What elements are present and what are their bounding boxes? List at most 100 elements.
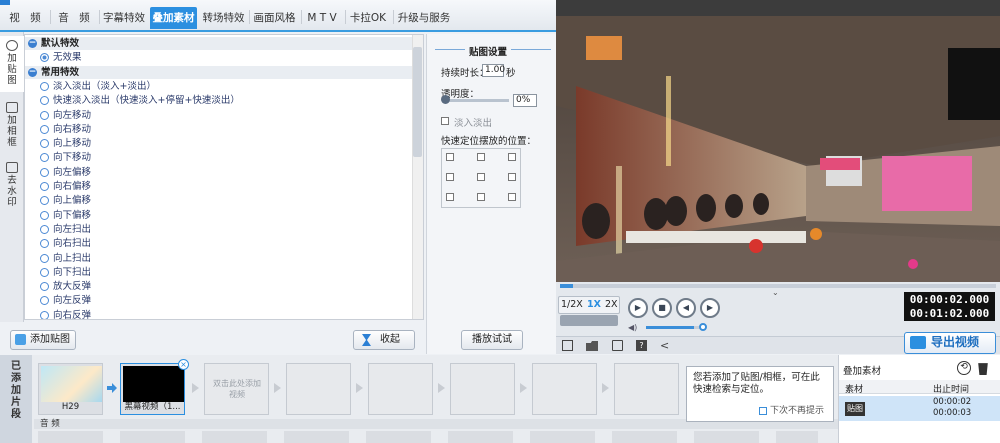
radio-icon[interactable] bbox=[40, 167, 49, 177]
effect-item[interactable]: 向下偏移 bbox=[25, 209, 413, 222]
speed-half[interactable]: 1/2X bbox=[561, 299, 583, 310]
tab-transition-effects[interactable]: 转场特效 bbox=[200, 7, 247, 29]
effect-item[interactable]: 放大反弹 bbox=[25, 280, 413, 293]
effect-item[interactable]: 淡入淡出（淡入+淡出） bbox=[25, 80, 413, 93]
effect-item[interactable]: 向右移动 bbox=[25, 123, 413, 136]
close-icon[interactable]: × bbox=[178, 359, 189, 370]
radio-icon[interactable] bbox=[40, 182, 49, 191]
pos-bottom-center[interactable] bbox=[477, 193, 485, 201]
tab-picture-style[interactable]: 画面风格 bbox=[251, 7, 298, 29]
empty-slot[interactable] bbox=[614, 363, 679, 415]
tab-upgrade-service[interactable]: 升级与服务 bbox=[395, 7, 453, 29]
volume-handle[interactable] bbox=[699, 323, 707, 331]
effect-group-header[interactable]: − 默认特效 bbox=[25, 37, 413, 51]
effect-item[interactable]: 快速淡入淡出（快速淡入+停留+快速淡出） bbox=[25, 94, 413, 107]
radio-icon[interactable] bbox=[40, 110, 49, 120]
preview-button[interactable]: 播放试试 bbox=[461, 330, 523, 350]
collapse-minus-icon[interactable]: − bbox=[28, 39, 37, 48]
stop-button[interactable]: ■ bbox=[652, 298, 672, 318]
pos-center[interactable] bbox=[477, 173, 485, 181]
effect-item[interactable]: 向下移动 bbox=[25, 151, 413, 164]
add-sticker-button[interactable]: 添加贴图 bbox=[10, 330, 76, 350]
locate-icon[interactable]: ⟲ bbox=[957, 361, 971, 375]
pos-top-center[interactable] bbox=[477, 153, 485, 161]
radio-icon[interactable] bbox=[40, 296, 49, 306]
tab-audio[interactable]: 音 频 bbox=[54, 7, 94, 29]
effect-item[interactable]: 向上扫出 bbox=[25, 252, 413, 265]
snapshot-icon[interactable] bbox=[562, 340, 573, 351]
pos-middle-left[interactable] bbox=[446, 173, 454, 181]
radio-icon[interactable] bbox=[40, 139, 49, 149]
volume-slider[interactable] bbox=[646, 326, 702, 329]
share-icon[interactable]: < bbox=[660, 339, 669, 352]
pos-middle-right[interactable] bbox=[508, 173, 516, 181]
rail-add-frame[interactable]: 加相框 bbox=[0, 98, 24, 154]
video-preview[interactable] bbox=[556, 16, 1000, 282]
opacity-slider-handle[interactable] bbox=[441, 95, 450, 104]
speed-2x[interactable]: 2X bbox=[605, 299, 618, 310]
speed-1x[interactable]: 1X bbox=[587, 299, 601, 310]
empty-slot[interactable] bbox=[532, 363, 597, 415]
radio-icon[interactable] bbox=[40, 196, 49, 206]
effect-item[interactable]: 无效果 bbox=[25, 51, 413, 64]
volume-icon[interactable]: ◀) bbox=[628, 323, 638, 332]
effect-item[interactable]: 向左偏移 bbox=[25, 166, 413, 179]
clip-h29[interactable]: H29 bbox=[38, 363, 103, 415]
effect-item[interactable]: 向左扫出 bbox=[25, 223, 413, 236]
fade-checkbox[interactable] bbox=[441, 117, 449, 125]
effect-item[interactable]: 向上移动 bbox=[25, 137, 413, 150]
radio-icon[interactable] bbox=[40, 310, 49, 319]
radio-icon[interactable] bbox=[40, 124, 49, 134]
trash-icon[interactable] bbox=[978, 363, 988, 375]
duration-input[interactable]: 1.00 bbox=[482, 64, 505, 77]
scroll-thumb[interactable] bbox=[413, 47, 422, 157]
pos-bottom-right[interactable] bbox=[508, 193, 516, 201]
pos-bottom-left[interactable] bbox=[446, 193, 454, 201]
empty-slot[interactable] bbox=[368, 363, 433, 415]
effect-item[interactable]: 向左反弹 bbox=[25, 294, 413, 307]
tab-video[interactable]: 视 频 bbox=[5, 7, 45, 29]
radio-icon[interactable] bbox=[40, 53, 49, 63]
tab-karaoke[interactable]: 卡拉OK bbox=[347, 7, 389, 29]
tab-mtv[interactable]: M T V bbox=[303, 7, 341, 29]
opacity-slider[interactable] bbox=[443, 99, 509, 102]
pos-top-right[interactable] bbox=[508, 153, 516, 161]
empty-slot[interactable] bbox=[286, 363, 351, 415]
tab-overlay-material[interactable]: 叠加素材 bbox=[150, 7, 197, 29]
dont-show-checkbox[interactable] bbox=[759, 407, 767, 415]
chevron-down-icon[interactable]: ⌄ bbox=[772, 288, 782, 297]
radio-icon[interactable] bbox=[40, 210, 49, 220]
play-button[interactable]: ▶ bbox=[628, 298, 648, 318]
effect-item[interactable]: 向右扫出 bbox=[25, 237, 413, 250]
effect-item[interactable]: 向右反弹 bbox=[25, 309, 413, 319]
radio-icon[interactable] bbox=[40, 81, 49, 91]
export-video-button[interactable]: 导出视频 bbox=[904, 332, 996, 354]
pos-top-left[interactable] bbox=[446, 153, 454, 161]
collapse-minus-icon[interactable]: − bbox=[28, 67, 37, 77]
list-row[interactable]: 贴图 00:00:02 00:00:03 bbox=[839, 396, 1000, 421]
opacity-input[interactable]: 0% bbox=[513, 94, 537, 107]
transition-arrow-icon[interactable] bbox=[107, 383, 117, 393]
rail-remove-watermark[interactable]: 去水印 bbox=[0, 158, 24, 214]
frame-step-slider[interactable] bbox=[560, 315, 618, 326]
radio-icon[interactable] bbox=[40, 96, 49, 106]
folder-icon[interactable] bbox=[586, 341, 598, 351]
tab-subtitle-effects[interactable]: 字幕特效 bbox=[101, 7, 147, 29]
prev-frame-button[interactable]: ◀ bbox=[676, 298, 696, 318]
effects-scrollbar[interactable] bbox=[412, 35, 423, 319]
effect-group-header[interactable]: − 常用特效 bbox=[25, 65, 413, 79]
radio-icon[interactable] bbox=[40, 239, 49, 249]
empty-slot[interactable] bbox=[450, 363, 515, 415]
add-video-slot[interactable]: 双击此处添加视频 bbox=[204, 363, 269, 415]
radio-icon[interactable] bbox=[40, 253, 49, 263]
effect-item[interactable]: 向下扫出 bbox=[25, 266, 413, 279]
collapse-button[interactable]: 收起 bbox=[353, 330, 415, 350]
effect-item[interactable]: 向左移动 bbox=[25, 109, 413, 122]
effect-item[interactable]: 向右偏移 bbox=[25, 180, 413, 193]
radio-icon[interactable] bbox=[40, 153, 49, 163]
next-frame-button[interactable]: ▶ bbox=[700, 298, 720, 318]
audio-track[interactable] bbox=[38, 431, 818, 443]
clip-black-video[interactable]: 黑幕视频（1... × bbox=[120, 359, 189, 415]
rail-add-sticker[interactable]: 加贴图 bbox=[0, 36, 24, 92]
radio-icon[interactable] bbox=[40, 267, 49, 277]
